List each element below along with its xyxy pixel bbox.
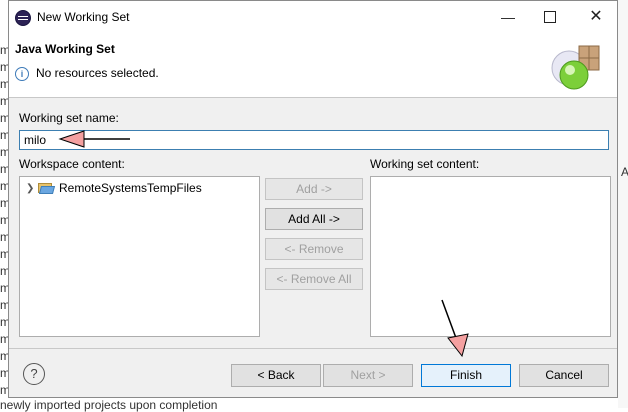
title-bar: New Working Set — ✕ <box>9 1 617 33</box>
add-all-button[interactable]: Add All -> <box>265 208 363 230</box>
info-icon: i <box>15 67 29 81</box>
cancel-button[interactable]: Cancel <box>519 364 609 387</box>
footer-separator <box>9 348 617 349</box>
remove-button[interactable]: <- Remove <box>265 238 363 260</box>
workspace-content-tree[interactable]: ❯ RemoteSystemsTempFiles <box>19 176 260 337</box>
maximize-button[interactable] <box>535 7 565 27</box>
working-set-name-input[interactable] <box>19 130 609 150</box>
finish-button[interactable]: Finish <box>421 364 511 387</box>
working-set-name-label: Working set name: <box>19 111 119 125</box>
window-title: New Working Set <box>37 10 130 24</box>
tree-item[interactable]: ❯ RemoteSystemsTempFiles <box>26 181 202 195</box>
back-button[interactable]: < Back <box>231 364 321 387</box>
header-message: No resources selected. <box>36 66 159 80</box>
chevron-right-icon[interactable]: ❯ <box>26 183 38 194</box>
add-button[interactable]: Add -> <box>265 178 363 200</box>
working-set-wizard-icon <box>551 45 600 90</box>
page-title: Java Working Set <box>15 42 115 56</box>
maximize-icon <box>544 11 556 23</box>
next-button[interactable]: Next > <box>323 364 413 387</box>
working-set-content-label: Working set content: <box>370 157 480 171</box>
wizard-header: Java Working Set i No resources selected… <box>9 33 617 98</box>
tree-item-label: RemoteSystemsTempFiles <box>59 181 202 195</box>
background-text: A <box>621 165 628 179</box>
background-app-right: A <box>618 0 628 408</box>
help-icon[interactable]: ? <box>23 363 45 385</box>
remove-all-button[interactable]: <- Remove All <box>265 268 363 290</box>
minimize-button[interactable]: — <box>493 7 523 27</box>
workspace-content-label: Workspace content: <box>19 157 125 171</box>
background-text: newly imported projects upon completion <box>0 398 218 412</box>
new-working-set-dialog: New Working Set — ✕ Java Working Set i N… <box>8 0 618 398</box>
working-set-content-tree[interactable] <box>370 176 611 337</box>
eclipse-icon <box>15 10 31 26</box>
close-button[interactable]: ✕ <box>581 7 611 27</box>
folder-icon <box>38 182 56 194</box>
